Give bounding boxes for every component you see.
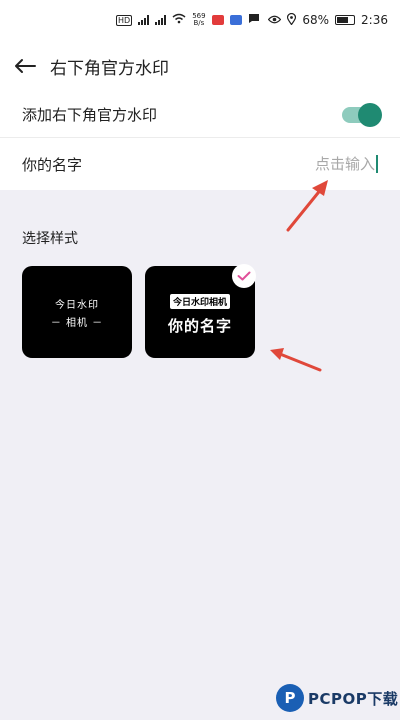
- status-left-icons: HD 569 B/s: [116, 13, 260, 27]
- signal-icon-2: [155, 15, 167, 25]
- toggle-knob: [358, 102, 382, 127]
- signal-icon: [138, 15, 150, 25]
- net-speed-unit: B/s: [193, 19, 205, 27]
- back-arrow-icon: [15, 59, 36, 73]
- name-row: 你的名字: [0, 138, 400, 190]
- page-title: 右下角官方水印: [50, 58, 169, 79]
- card1-line2: － 相机 －: [50, 317, 104, 329]
- app-notification-icon-2: [229, 15, 242, 25]
- back-button[interactable]: [0, 40, 50, 92]
- status-bar: HD 569 B/s 68% 2:36: [0, 0, 400, 40]
- wifi-icon: [172, 13, 186, 27]
- pcpop-logo-text: PCPOP下载: [308, 689, 399, 708]
- name-label: 你的名字: [22, 155, 83, 174]
- text-caret: [376, 155, 378, 173]
- watermark-toggle-label: 添加右下角官方水印: [22, 106, 158, 124]
- message-icon: [248, 13, 260, 27]
- watermark-toggle-switch[interactable]: [342, 102, 382, 127]
- status-right-icons: 68% 2:36: [268, 12, 388, 28]
- card2-name-text: 你的名字: [167, 317, 232, 335]
- battery-icon: [335, 15, 356, 25]
- name-input[interactable]: [265, 155, 375, 173]
- watermark-toggle-row: 添加右下角官方水印: [0, 92, 400, 138]
- location-icon: [287, 12, 297, 28]
- net-speed: 569 B/s: [192, 13, 205, 27]
- card1-line1: 今日水印: [55, 299, 99, 311]
- selected-check-icon: [232, 264, 256, 288]
- app-notification-icon: [211, 15, 224, 25]
- annotation-arrow-icon-2: [270, 348, 322, 372]
- hd-badge: HD: [116, 14, 133, 26]
- app-header: 右下角官方水印: [0, 40, 400, 92]
- style-section-title: 选择样式: [22, 231, 78, 247]
- name-input-wrap: [265, 155, 378, 173]
- pcpop-logo-icon: P: [276, 684, 304, 712]
- battery-percent: 68%: [302, 13, 330, 27]
- annotation-arrow-icon: [286, 180, 328, 232]
- pcpop-watermark-logo: P PCPOP下载: [276, 684, 398, 712]
- card2-brand-badge: 今日水印相机: [169, 294, 230, 309]
- clock: 2:36: [361, 13, 388, 27]
- style-card-classic[interactable]: 今日水印 － 相机 －: [22, 266, 132, 358]
- eye-icon: [268, 13, 282, 27]
